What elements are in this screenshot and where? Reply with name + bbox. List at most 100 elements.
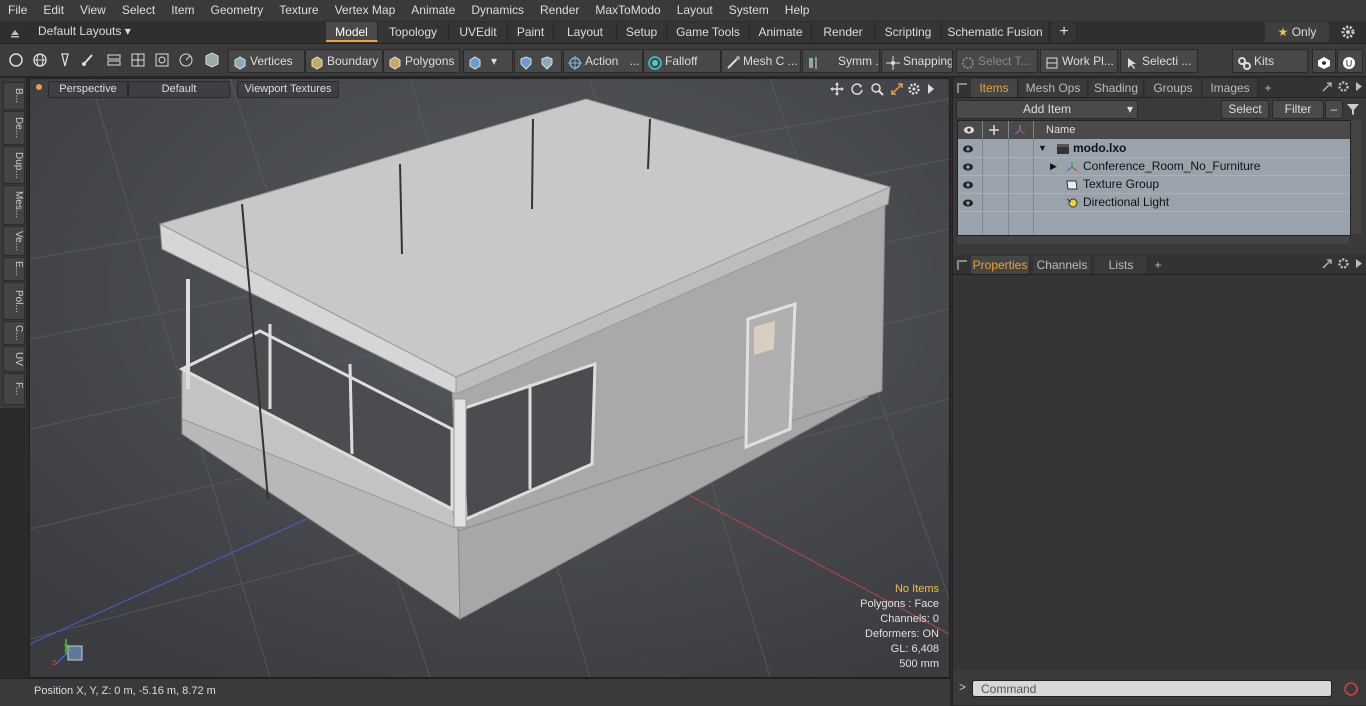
- select-through-button[interactable]: Select T...: [956, 49, 1038, 73]
- left-tab-vertex[interactable]: Ve...: [3, 226, 25, 256]
- panel-menu-icon[interactable]: [957, 83, 967, 93]
- unity-button[interactable]: [1312, 49, 1336, 73]
- collapse-button[interactable]: –: [1325, 100, 1343, 119]
- filter-button[interactable]: Filter: [1272, 100, 1324, 119]
- viewport-scene[interactable]: y z: [30, 79, 949, 677]
- visibility-eye-icon[interactable]: [962, 142, 974, 154]
- vertices-button[interactable]: Vertices: [228, 49, 305, 73]
- kits-button[interactable]: Kits: [1232, 49, 1308, 73]
- brush-icon[interactable]: [80, 52, 96, 68]
- visibility-eye-icon[interactable]: [962, 196, 974, 208]
- rotate-icon[interactable]: [850, 82, 864, 96]
- symmetry-toggle-button[interactable]: [514, 49, 562, 73]
- viewport-gear-icon[interactable]: [907, 82, 921, 96]
- perspective-dropdown[interactable]: Perspective: [48, 81, 128, 98]
- align-icon[interactable]: [106, 52, 122, 68]
- tab-setup[interactable]: Setup: [617, 22, 667, 42]
- record-icon[interactable]: [1343, 681, 1359, 697]
- boundary-button[interactable]: Boundary: [305, 49, 383, 73]
- visibility-eye-icon[interactable]: [962, 160, 974, 172]
- add-panel-tab-button[interactable]: +: [1149, 256, 1167, 274]
- gear-icon[interactable]: [1340, 24, 1356, 40]
- tab-game-tools[interactable]: Game Tools: [667, 22, 750, 42]
- 3d-viewport[interactable]: y z Perspective Default Viewport Texture…: [29, 78, 950, 678]
- tab-topology[interactable]: Topology: [378, 22, 449, 42]
- tab-mesh-ops[interactable]: Mesh Ops: [1019, 79, 1088, 97]
- menu-vertex-map[interactable]: Vertex Map: [327, 0, 404, 21]
- grid-icon[interactable]: [130, 52, 146, 68]
- tab-lists[interactable]: Lists: [1095, 256, 1148, 274]
- left-tab-basic[interactable]: B...: [3, 82, 25, 110]
- layout-up-icon[interactable]: [8, 25, 22, 39]
- tab-layout[interactable]: Layout: [554, 22, 617, 42]
- add-panel-tab-button[interactable]: +: [1259, 79, 1277, 97]
- left-tab-edge[interactable]: E...: [3, 257, 25, 281]
- item-row-directional-light[interactable]: Directional Light: [958, 193, 1350, 212]
- play-arrow-icon[interactable]: [926, 82, 936, 96]
- menu-system[interactable]: System: [721, 0, 777, 21]
- items-list-vscrollbar[interactable]: [1351, 120, 1361, 234]
- expand-arrow-icon[interactable]: ▶: [1050, 157, 1057, 175]
- tab-properties[interactable]: Properties: [971, 256, 1030, 274]
- tab-render[interactable]: Render: [812, 22, 875, 42]
- item-row-mesh[interactable]: ▶ Conference_Room_No_Furniture: [958, 157, 1350, 176]
- action-center-button[interactable]: Action ...: [563, 49, 643, 73]
- panel-more-icon[interactable]: [1353, 257, 1365, 270]
- command-input[interactable]: Command: [972, 680, 1332, 697]
- item-row-texture-group[interactable]: Texture Group: [958, 175, 1350, 194]
- name-column-header[interactable]: Name: [1046, 121, 1075, 139]
- axis-header-icon[interactable]: [1014, 124, 1026, 136]
- lock-header-icon[interactable]: [988, 124, 1000, 136]
- material-button[interactable]: ▾: [463, 49, 513, 73]
- menu-edit[interactable]: Edit: [35, 0, 72, 21]
- funnel-icon[interactable]: [1346, 102, 1360, 116]
- expand-icon[interactable]: [1321, 258, 1333, 270]
- visibility-eye-icon[interactable]: [962, 178, 974, 190]
- mesh-constraints-button[interactable]: Mesh C ...: [721, 49, 801, 73]
- select-button[interactable]: Select: [1221, 100, 1269, 119]
- pan-icon[interactable]: [830, 82, 844, 96]
- menu-dynamics[interactable]: Dynamics: [463, 0, 532, 21]
- menu-geometry[interactable]: Geometry: [203, 0, 272, 21]
- tab-schematic-fusion[interactable]: Schematic Fusion: [942, 22, 1049, 42]
- only-toggle[interactable]: ★ Only: [1265, 22, 1329, 42]
- tab-animate[interactable]: Animate: [750, 22, 812, 42]
- left-tab-duplicate[interactable]: Dup...: [3, 146, 25, 184]
- viewport-textures-dropdown[interactable]: Viewport Textures: [237, 81, 339, 98]
- tab-images[interactable]: Images: [1203, 79, 1258, 97]
- globe-icon[interactable]: [32, 52, 48, 68]
- menu-animate[interactable]: Animate: [403, 0, 463, 21]
- circle-select-icon[interactable]: [8, 52, 24, 68]
- symmetry-button[interactable]: Symm ...: [802, 49, 880, 73]
- menu-select[interactable]: Select: [114, 0, 163, 21]
- tab-channels[interactable]: Channels: [1033, 256, 1092, 274]
- item-mode-icon[interactable]: [202, 50, 222, 70]
- left-tab-mesh-edit[interactable]: Mes...: [3, 185, 25, 225]
- selection-sets-button[interactable]: Selecti ...: [1120, 49, 1198, 73]
- left-tab-fusion[interactable]: F...: [3, 373, 25, 405]
- zoom-icon[interactable]: [870, 82, 884, 96]
- item-row-scene[interactable]: ▼ modo.lxo: [958, 139, 1350, 158]
- tab-uvedit[interactable]: UVEdit: [449, 22, 508, 42]
- menu-maxtomodo[interactable]: MaxToModo: [587, 0, 668, 21]
- menu-layout[interactable]: Layout: [669, 0, 721, 21]
- maximize-icon[interactable]: [890, 82, 904, 96]
- menu-render[interactable]: Render: [532, 0, 587, 21]
- panel-gear-icon[interactable]: [1337, 257, 1350, 270]
- snapping-button[interactable]: Snapping: [881, 49, 953, 73]
- left-tab-curve[interactable]: C...: [3, 321, 25, 345]
- panel-menu-icon[interactable]: [957, 260, 967, 270]
- tab-shading[interactable]: Shading: [1089, 79, 1144, 97]
- tab-model[interactable]: Model: [326, 22, 378, 42]
- tab-scripting[interactable]: Scripting: [875, 22, 942, 42]
- menu-item[interactable]: Item: [163, 0, 202, 21]
- panel-more-icon[interactable]: [1353, 80, 1365, 93]
- viewport-menu-icon[interactable]: [36, 84, 42, 90]
- expand-arrow-icon[interactable]: ▼: [1038, 139, 1047, 157]
- tab-groups[interactable]: Groups: [1145, 79, 1202, 97]
- panel-gear-icon[interactable]: [1337, 80, 1350, 93]
- polygons-button[interactable]: Polygons: [383, 49, 460, 73]
- pen-icon[interactable]: [57, 52, 73, 68]
- tab-paint[interactable]: Paint: [508, 22, 554, 42]
- work-plane-button[interactable]: Work Pl...: [1040, 49, 1118, 73]
